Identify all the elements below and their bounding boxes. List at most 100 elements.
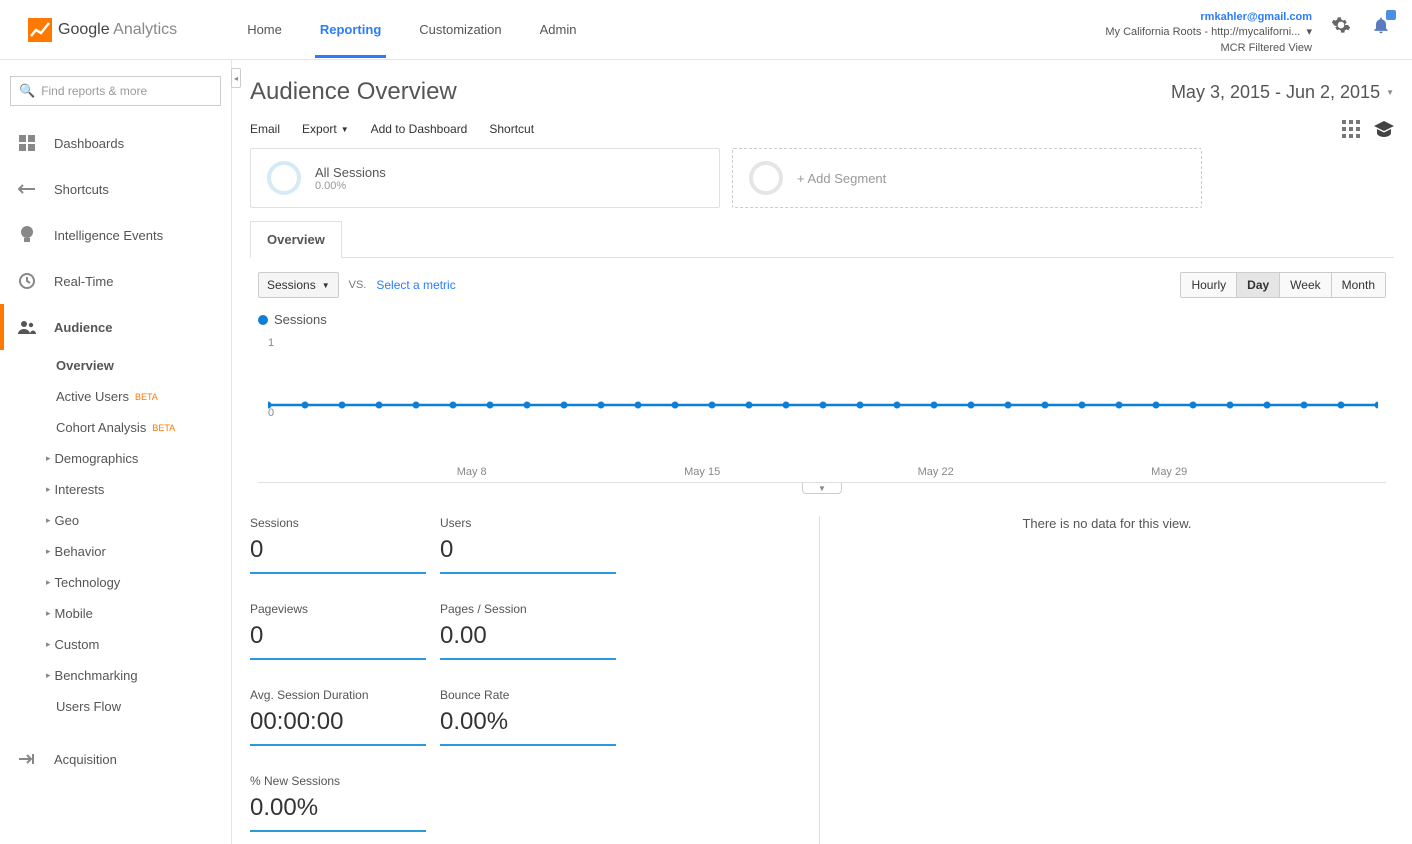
sidebar-item-audience[interactable]: Audience [0, 304, 231, 350]
sub-mobile[interactable]: ▸Mobile [56, 598, 231, 629]
sub-users-flow[interactable]: Users Flow [56, 691, 231, 722]
sidebar-search[interactable]: 🔍 [10, 76, 221, 106]
settings-icon[interactable] [1330, 14, 1352, 36]
header-right: rmkahler@gmail.com My California Roots -… [1105, 10, 1392, 56]
primary-metric-select[interactable]: Sessions▼ [258, 272, 339, 298]
logo[interactable]: Google Analytics [28, 18, 177, 42]
sub-active-users[interactable]: Active UsersBETA [56, 381, 231, 412]
sidebar-collapse-handle[interactable]: ◂ [231, 68, 241, 88]
add-segment-button[interactable]: + Add Segment [732, 148, 1202, 208]
account-view: MCR Filtered View [1105, 41, 1312, 56]
action-email[interactable]: Email [250, 120, 280, 138]
dashboard-icon [18, 134, 36, 152]
acquisition-icon [18, 750, 36, 768]
nav-tabs: Home Reporting Customization Admin [247, 2, 576, 57]
analytics-logo-icon [28, 18, 52, 42]
stat-sessions[interactable]: Sessions0 [250, 516, 440, 602]
education-icon[interactable] [1374, 121, 1394, 137]
action-add-dashboard[interactable]: Add to Dashboard [371, 120, 468, 138]
x-tick: May 29 [1151, 466, 1187, 478]
chart-line [268, 401, 1378, 409]
sidebar-item-intelligence[interactable]: Intelligence Events [0, 212, 231, 258]
sidebar-label: Dashboards [54, 136, 124, 151]
chevron-down-icon: ▼ [341, 125, 349, 134]
header: Google Analytics Home Reporting Customiz… [0, 0, 1412, 60]
gran-hourly[interactable]: Hourly [1181, 273, 1236, 297]
nav-customization[interactable]: Customization [419, 2, 501, 57]
add-circle-icon [749, 161, 783, 195]
chevron-down-icon: ▼ [322, 281, 330, 290]
sidebar-label: Shortcuts [54, 182, 109, 197]
action-export[interactable]: Export▼ [302, 120, 349, 138]
chart-expand-handle[interactable]: ▼ [802, 482, 842, 494]
action-shortcut[interactable]: Shortcut [489, 120, 534, 138]
sidebar-label: Audience [54, 320, 113, 335]
x-tick: May 15 [684, 466, 720, 478]
sub-overview[interactable]: Overview [56, 350, 231, 381]
tab-strip: Overview [250, 220, 1394, 258]
x-tick: May 8 [457, 466, 487, 478]
page-title: Audience Overview [250, 78, 457, 106]
search-input[interactable] [41, 84, 212, 98]
account-selector[interactable]: rmkahler@gmail.com My California Roots -… [1105, 10, 1312, 56]
legend-dot-icon [258, 315, 268, 325]
gran-day[interactable]: Day [1236, 273, 1279, 297]
stat-pageviews[interactable]: Pageviews0 [250, 602, 440, 688]
y-tick-1: 1 [268, 337, 274, 349]
stat-new-sessions[interactable]: % New Sessions0.00% [250, 774, 440, 844]
sidebar-item-realtime[interactable]: Real-Time [0, 258, 231, 304]
sub-benchmarking[interactable]: ▸Benchmarking [56, 660, 231, 691]
gran-week[interactable]: Week [1279, 273, 1330, 297]
account-property: My California Roots - http://mycaliforni… [1105, 25, 1312, 40]
segment-name: All Sessions [315, 165, 386, 180]
line-chart[interactable]: 1 0 May 8 May 15 May 22 May 29 [258, 333, 1386, 483]
sub-geo[interactable]: ▸Geo [56, 505, 231, 536]
sidebar-item-dashboards[interactable]: Dashboards [0, 120, 231, 166]
sidebar-label: Real-Time [54, 274, 113, 289]
chart-area: Sessions 1 0 May 8 May 15 May 22 May 29 … [250, 312, 1394, 516]
sub-interests[interactable]: ▸Interests [56, 474, 231, 505]
chevron-down-icon: ▼ [1386, 88, 1394, 97]
vs-label: VS. [349, 279, 367, 291]
sub-demographics[interactable]: ▸Demographics [56, 443, 231, 474]
segment-all-sessions[interactable]: All Sessions 0.00% [250, 148, 720, 208]
segment-circle-icon [267, 161, 301, 195]
bulb-icon [18, 226, 36, 244]
secondary-metric-select[interactable]: Select a metric [376, 278, 455, 292]
sub-technology[interactable]: ▸Technology [56, 567, 231, 598]
notifications-icon[interactable] [1370, 14, 1392, 36]
sidebar-item-shortcuts[interactable]: Shortcuts [0, 166, 231, 212]
audience-icon [18, 318, 36, 336]
tab-overview[interactable]: Overview [250, 221, 342, 258]
sidebar-label: Acquisition [54, 752, 117, 767]
sub-custom[interactable]: ▸Custom [56, 629, 231, 660]
clock-icon [18, 272, 36, 290]
date-range-picker[interactable]: May 3, 2015 - Jun 2, 2015▼ [1171, 82, 1394, 103]
sidebar: ◂ 🔍 Dashboards Shortcuts Intelligence Ev… [0, 60, 232, 844]
nav-admin[interactable]: Admin [540, 2, 577, 57]
sub-cohort[interactable]: Cohort AnalysisBETA [56, 412, 231, 443]
stat-pages-session[interactable]: Pages / Session0.00 [440, 602, 630, 688]
logo-text: Google Analytics [58, 21, 177, 39]
sub-behavior[interactable]: ▸Behavior [56, 536, 231, 567]
sidebar-label: Intelligence Events [54, 228, 163, 243]
sidebar-item-acquisition[interactable]: Acquisition [0, 736, 231, 782]
add-segment-label: + Add Segment [797, 171, 886, 186]
stat-avg-duration[interactable]: Avg. Session Duration00:00:00 [250, 688, 440, 774]
segment-pct: 0.00% [315, 180, 386, 192]
nav-home[interactable]: Home [247, 2, 282, 57]
account-email: rmkahler@gmail.com [1105, 10, 1312, 25]
stats-grid: Sessions0 Users0 Pageviews0 Pages / Sess… [250, 516, 820, 844]
shortcuts-icon [18, 180, 36, 198]
nav-reporting[interactable]: Reporting [320, 2, 381, 57]
granularity-group: Hourly Day Week Month [1180, 272, 1386, 298]
gran-month[interactable]: Month [1331, 273, 1385, 297]
stat-users[interactable]: Users0 [440, 516, 630, 602]
stat-bounce[interactable]: Bounce Rate0.00% [440, 688, 630, 774]
audience-subitems: Overview Active UsersBETA Cohort Analysi… [0, 350, 231, 722]
no-data-message: There is no data for this view. [820, 516, 1394, 844]
main-content: Audience Overview May 3, 2015 - Jun 2, 2… [232, 60, 1412, 844]
chart-legend: Sessions [258, 312, 1386, 327]
search-icon: 🔍 [19, 83, 35, 99]
grid-view-icon[interactable] [1342, 120, 1360, 138]
